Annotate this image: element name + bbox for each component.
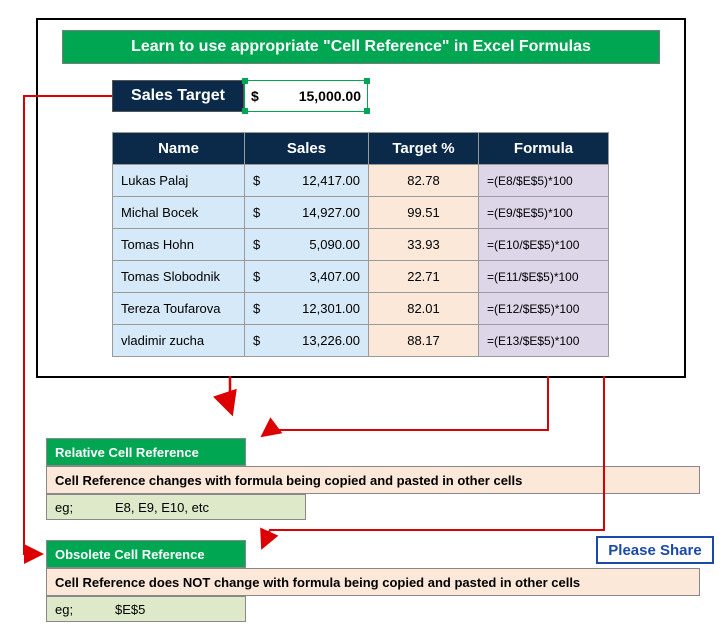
relative-header: Relative Cell Reference (46, 438, 246, 466)
cell-sales[interactable]: $12,301.00 (245, 293, 369, 325)
cell-name[interactable]: Tomas Slobodnik (113, 261, 245, 293)
selection-handle-icon (242, 108, 248, 114)
obsolete-desc: Cell Reference does NOT change with form… (46, 568, 700, 596)
cell-name[interactable]: Michal Bocek (113, 197, 245, 229)
cell-sales[interactable]: $3,407.00 (245, 261, 369, 293)
page-title: Learn to use appropriate "Cell Reference… (62, 30, 660, 64)
eg-value: E8, E9, E10, etc (115, 500, 209, 515)
cell-target[interactable]: 88.17 (369, 325, 479, 357)
eg-label: eg; (55, 500, 115, 515)
header-target: Target % (369, 133, 479, 165)
cell-formula[interactable]: =(E10/$E$5)*100 (479, 229, 609, 261)
cell-formula[interactable]: =(E8/$E$5)*100 (479, 165, 609, 197)
eg-label: eg; (55, 602, 115, 617)
cell-name[interactable]: Tomas Hohn (113, 229, 245, 261)
obsolete-example: eg; $E$5 (46, 596, 246, 622)
cell-target[interactable]: 33.93 (369, 229, 479, 261)
cell-formula[interactable]: =(E13/$E$5)*100 (479, 325, 609, 357)
cell-sales[interactable]: $14,927.00 (245, 197, 369, 229)
cell-formula[interactable]: =(E9/$E$5)*100 (479, 197, 609, 229)
cell-target[interactable]: 99.51 (369, 197, 479, 229)
header-formula: Formula (479, 133, 609, 165)
table-row: Michal Bocek$14,927.0099.51=(E9/$E$5)*10… (113, 197, 609, 229)
header-sales: Sales (245, 133, 369, 165)
cell-sales[interactable]: $13,226.00 (245, 325, 369, 357)
selection-handle-icon (364, 108, 370, 114)
cell-name[interactable]: Tereza Toufarova (113, 293, 245, 325)
sales-table: Name Sales Target % Formula Lukas Palaj$… (112, 132, 609, 357)
selection-handle-icon (242, 78, 248, 84)
eg-value: $E$5 (115, 602, 145, 617)
sales-target-cell[interactable]: $ 15,000.00 (244, 80, 368, 112)
cell-formula[interactable]: =(E12/$E$5)*100 (479, 293, 609, 325)
sales-target-value: 15,000.00 (259, 88, 361, 104)
cell-target[interactable]: 82.01 (369, 293, 479, 325)
cell-sales[interactable]: $5,090.00 (245, 229, 369, 261)
obsolete-header: Obsolete Cell Reference (46, 540, 246, 568)
header-name: Name (113, 133, 245, 165)
cell-formula[interactable]: =(E11/$E$5)*100 (479, 261, 609, 293)
cell-target[interactable]: 82.78 (369, 165, 479, 197)
table-header-row: Name Sales Target % Formula (113, 133, 609, 165)
relative-desc: Cell Reference changes with formula bein… (46, 466, 700, 494)
table-row: vladimir zucha$13,226.0088.17=(E13/$E$5)… (113, 325, 609, 357)
currency-symbol: $ (251, 88, 259, 104)
cell-name[interactable]: vladimir zucha (113, 325, 245, 357)
cell-name[interactable]: Lukas Palaj (113, 165, 245, 197)
selection-handle-icon (364, 78, 370, 84)
table-row: Lukas Palaj$12,417.0082.78=(E8/$E$5)*100 (113, 165, 609, 197)
table-row: Tomas Hohn$5,090.0033.93=(E10/$E$5)*100 (113, 229, 609, 261)
table-row: Tomas Slobodnik$3,407.0022.71=(E11/$E$5)… (113, 261, 609, 293)
relative-example: eg; E8, E9, E10, etc (46, 494, 306, 520)
sales-target-label: Sales Target (112, 80, 244, 112)
table-row: Tereza Toufarova$12,301.0082.01=(E12/$E$… (113, 293, 609, 325)
cell-sales[interactable]: $12,417.00 (245, 165, 369, 197)
please-share-button[interactable]: Please Share (596, 536, 714, 564)
cell-target[interactable]: 22.71 (369, 261, 479, 293)
